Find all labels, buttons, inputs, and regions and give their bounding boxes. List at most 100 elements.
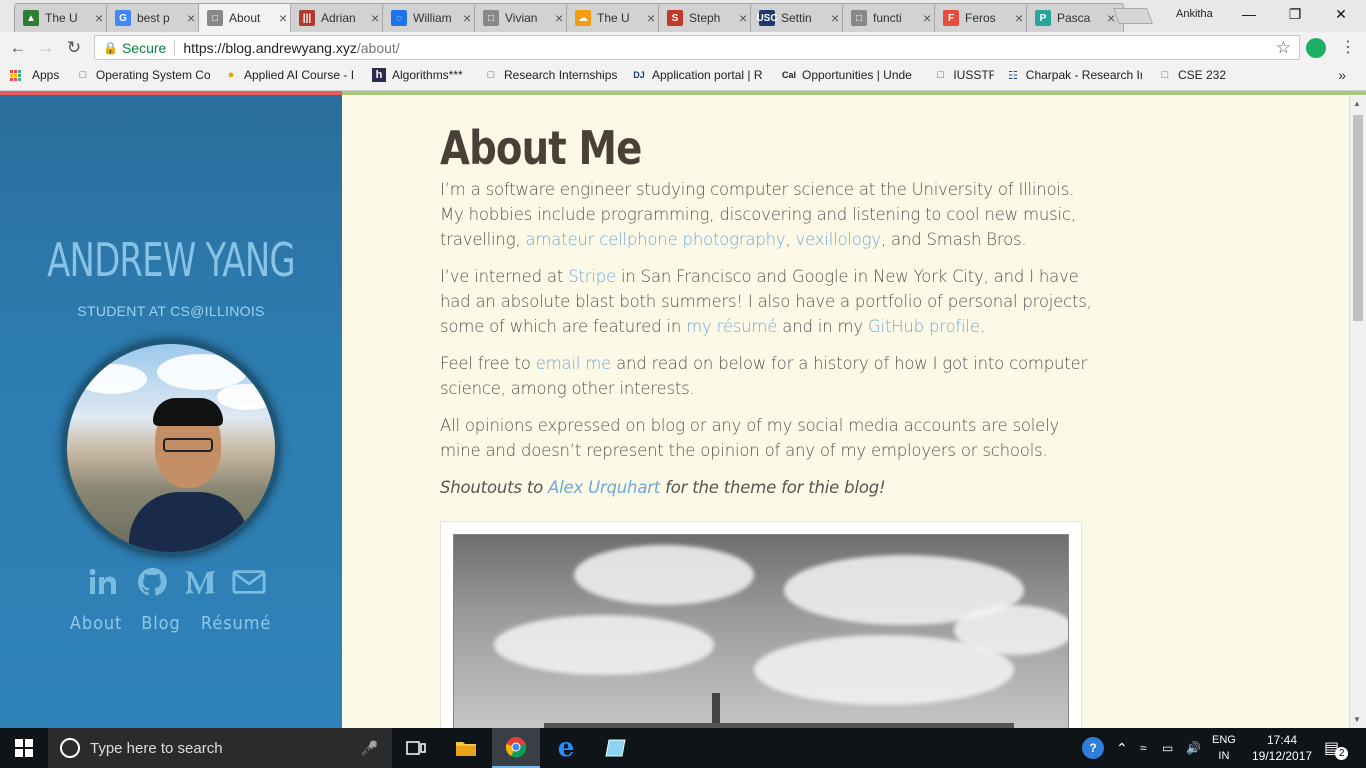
page-scrollbar[interactable]: ▲ ▼ bbox=[1349, 95, 1366, 728]
bookmark-item[interactable]: □ IUSSTF bbox=[934, 68, 994, 82]
github-profile-link[interactable]: GitHub profile bbox=[868, 317, 980, 336]
browser-tab[interactable]: □ functi × bbox=[842, 3, 940, 32]
scroll-down-icon[interactable]: ▼ bbox=[1353, 715, 1361, 724]
notification-count: 2 bbox=[1335, 746, 1349, 760]
more-bookmarks-icon[interactable]: » bbox=[1338, 67, 1346, 83]
tab-close-icon[interactable]: × bbox=[923, 10, 933, 26]
bookmark-item[interactable]: □ Operating System Co bbox=[76, 68, 210, 82]
task-view-icon[interactable] bbox=[392, 728, 440, 768]
bookmark-star-icon[interactable]: ☆ bbox=[1276, 38, 1291, 58]
extension-icon[interactable] bbox=[1306, 38, 1326, 58]
search-placeholder: Type here to search bbox=[90, 739, 223, 757]
battery-icon[interactable]: ▭ bbox=[1162, 728, 1173, 768]
chrome-menu-icon[interactable]: ⋮ bbox=[1340, 37, 1356, 57]
reload-icon[interactable]: ↻ bbox=[62, 36, 86, 60]
minimize-icon[interactable]: — bbox=[1226, 0, 1272, 28]
tab-title: About bbox=[229, 11, 261, 25]
browser-tab[interactable]: F Feros × bbox=[934, 3, 1032, 32]
github-icon[interactable] bbox=[135, 565, 169, 599]
stripe-link[interactable]: Stripe bbox=[568, 267, 616, 286]
language-indicator[interactable]: ENG IN bbox=[1212, 732, 1236, 764]
url-host: https://blog.andrewyang.xyz bbox=[183, 39, 357, 56]
browser-tab[interactable]: P Pasca × bbox=[1026, 3, 1124, 32]
bookmark-item[interactable]: Apps bbox=[10, 68, 59, 82]
email-icon[interactable] bbox=[232, 565, 266, 599]
profile-name[interactable]: Ankitha bbox=[1176, 8, 1213, 20]
taskbar-search[interactable]: Type here to search 🎤 bbox=[48, 728, 392, 768]
article: About Me I’m a software engineer studyin… bbox=[440, 121, 1100, 512]
tab-close-icon[interactable]: × bbox=[555, 10, 565, 26]
bookmark-item[interactable]: ● Applied AI Course - I bbox=[224, 68, 354, 82]
nav-blog-link[interactable]: Blog bbox=[141, 613, 180, 634]
shoutout-paragraph: Shoutouts to Alex Urquhart for the theme… bbox=[440, 475, 1100, 500]
start-button[interactable] bbox=[0, 728, 48, 768]
browser-tab[interactable]: ◌ William × bbox=[382, 3, 480, 32]
scroll-thumb[interactable] bbox=[1353, 115, 1363, 321]
volume-icon[interactable]: 🔊 bbox=[1186, 728, 1201, 768]
browser-tab[interactable]: □ Vivian × bbox=[474, 3, 572, 32]
help-icon[interactable]: ? bbox=[1082, 728, 1104, 768]
linkedin-icon[interactable] bbox=[86, 565, 120, 599]
tray-expand-icon[interactable]: ⌃ bbox=[1116, 728, 1128, 768]
email-me-link[interactable]: email me bbox=[536, 354, 612, 373]
chrome-taskbar-icon[interactable] bbox=[492, 728, 540, 768]
site-author-name[interactable]: ANDREW YANG bbox=[31, 233, 311, 287]
photography-link[interactable]: amateur cellphone photography bbox=[525, 230, 785, 249]
browser-tab[interactable]: S Steph × bbox=[658, 3, 756, 32]
bookmark-item[interactable]: ☷ Charpak - Research Ir bbox=[1006, 68, 1142, 82]
microphone-icon[interactable]: 🎤 bbox=[361, 740, 378, 757]
browser-tab[interactable]: USC Settin × bbox=[750, 3, 848, 32]
maximize-icon[interactable]: ❐ bbox=[1272, 0, 1318, 28]
tab-close-icon[interactable]: × bbox=[647, 10, 657, 26]
browser-tab[interactable]: ▲ The U × bbox=[14, 3, 112, 32]
browser-tab[interactable]: ☁ The U × bbox=[566, 3, 664, 32]
scroll-up-icon[interactable]: ▲ bbox=[1353, 99, 1361, 108]
browser-tab[interactable]: Gbest p × bbox=[106, 3, 204, 32]
tab-close-icon[interactable]: × bbox=[831, 10, 841, 26]
tab-title: best p bbox=[137, 11, 170, 25]
bookmark-item[interactable]: □ Research Internships bbox=[484, 68, 618, 82]
tab-title: The U bbox=[597, 11, 630, 25]
vexillology-link[interactable]: vexillology bbox=[796, 230, 882, 249]
page-title: About Me bbox=[440, 121, 642, 175]
text: Feel free to bbox=[440, 354, 536, 373]
tab-close-icon[interactable]: × bbox=[739, 10, 749, 26]
bookmark-item[interactable]: h Algorithms*** bbox=[372, 68, 463, 82]
tab-close-icon[interactable]: × bbox=[95, 10, 105, 26]
app-taskbar-icon[interactable] bbox=[592, 728, 640, 768]
bookmark-item[interactable]: □ CSE 232 bbox=[1158, 68, 1226, 82]
close-window-icon[interactable]: ✕ bbox=[1318, 0, 1364, 28]
nav-about-link[interactable]: About bbox=[70, 613, 122, 634]
tab-favicon-icon: □ bbox=[483, 10, 499, 26]
alex-urquhart-link[interactable]: Alex Urquhart bbox=[548, 478, 660, 497]
browser-tab[interactable]: ||| Adrian × bbox=[290, 3, 388, 32]
tab-close-icon[interactable]: × bbox=[279, 10, 289, 26]
tab-favicon-icon: F bbox=[943, 10, 959, 26]
system-clock[interactable]: 17:44 19/12/2017 bbox=[1252, 732, 1312, 764]
action-center-icon[interactable]: ▤ 2 bbox=[1324, 728, 1349, 768]
tab-favicon-icon: □ bbox=[851, 10, 867, 26]
tab-close-icon[interactable]: × bbox=[463, 10, 473, 26]
nav-resume-link[interactable]: Résumé bbox=[201, 613, 271, 634]
tab-title: Adrian bbox=[321, 11, 356, 25]
address-bar[interactable]: 🔒 Secure https://blog.andrewyang.xyz/abo… bbox=[94, 35, 1300, 60]
resume-link[interactable]: my résumé bbox=[686, 317, 777, 336]
tab-close-icon[interactable]: × bbox=[187, 10, 197, 26]
wifi-icon[interactable]: ≈ bbox=[1140, 728, 1147, 768]
text: Shoutouts to bbox=[440, 478, 549, 497]
clock-date: 19/12/2017 bbox=[1252, 749, 1313, 763]
back-arrow-icon[interactable]: ← bbox=[6, 36, 30, 60]
forward-arrow-icon[interactable]: → bbox=[34, 36, 58, 60]
edge-icon[interactable]: e bbox=[542, 728, 590, 768]
medium-icon[interactable] bbox=[183, 565, 217, 599]
new-tab-button[interactable] bbox=[1113, 8, 1153, 24]
bookmark-item[interactable]: DJ Application portal | R bbox=[632, 68, 762, 82]
tab-close-icon[interactable]: × bbox=[371, 10, 381, 26]
file-explorer-icon[interactable] bbox=[442, 728, 490, 768]
browser-tab[interactable]: □ About × bbox=[198, 3, 296, 32]
tab-favicon-icon: G bbox=[115, 10, 131, 26]
tab-close-icon[interactable]: × bbox=[1015, 10, 1025, 26]
tab-favicon-icon: ◌ bbox=[391, 10, 407, 26]
tab-title: Steph bbox=[689, 11, 721, 25]
bookmark-item[interactable]: Cal Opportunities | Unde bbox=[782, 68, 912, 82]
